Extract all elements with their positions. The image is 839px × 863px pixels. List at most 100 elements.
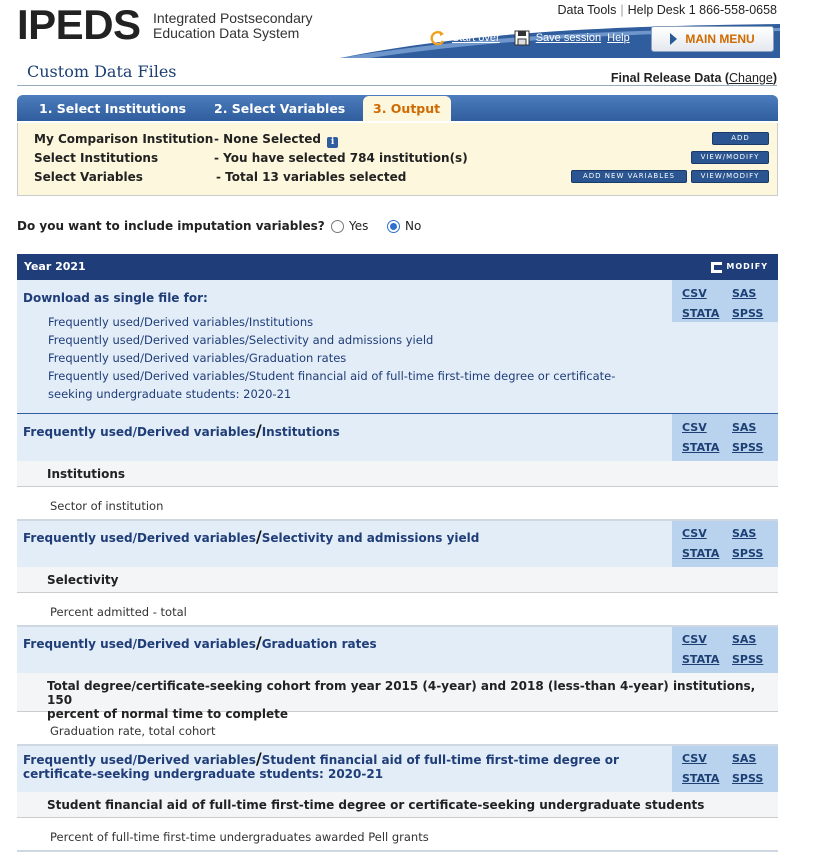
subheading-line1: Total degree/certificate-seeking cohort … bbox=[47, 679, 756, 707]
download-spss-link[interactable]: SPSS bbox=[732, 441, 763, 454]
add-new-variables-button[interactable]: ADD NEW VARIABLES bbox=[571, 170, 687, 183]
divider bbox=[17, 85, 777, 86]
section-downloads: CSV SAS STATA SPSS bbox=[672, 627, 778, 673]
section-financial-aid: Frequently used/Derived variables/Studen… bbox=[17, 746, 778, 792]
file-list-item: seeking undergraduate students: 2020-21 bbox=[48, 387, 292, 401]
modify-icon bbox=[711, 261, 723, 273]
view-modify-variables-button[interactable]: VIEW/MODIFY bbox=[691, 170, 769, 183]
download-stata-link[interactable]: STATA bbox=[682, 772, 719, 785]
file-list-item: Frequently used/Derived variables/Select… bbox=[48, 333, 434, 347]
help-desk-text: Help Desk 1 866-558-0658 bbox=[627, 3, 777, 17]
save-session-link[interactable]: Save session bbox=[536, 32, 601, 44]
download-spss-link[interactable]: SPSS bbox=[732, 653, 763, 666]
imputation-question: Do you want to include imputation variab… bbox=[17, 219, 325, 233]
section-institutions: Frequently used/Derived variables/Instit… bbox=[17, 414, 778, 461]
radio-yes[interactable] bbox=[331, 219, 344, 233]
institutions-label: Select Institutions bbox=[34, 151, 159, 165]
download-csv-link[interactable]: CSV bbox=[682, 752, 707, 765]
file-list-item: Frequently used/Derived variables/Instit… bbox=[48, 315, 314, 329]
section-downloads: CSV SAS STATA SPSS bbox=[672, 414, 778, 461]
section-subheading: Institutions bbox=[17, 461, 778, 487]
download-sas-link[interactable]: SAS bbox=[732, 633, 756, 646]
section-downloads: CSV SAS STATA SPSS bbox=[672, 746, 778, 792]
view-modify-institutions-button[interactable]: VIEW/MODIFY bbox=[691, 151, 769, 164]
download-csv-link[interactable]: CSV bbox=[682, 633, 707, 646]
add-comparison-button[interactable]: ADD bbox=[712, 132, 769, 145]
section-prefix: Frequently used/Derived variables bbox=[23, 753, 256, 767]
main-menu-label: MAIN MENU bbox=[685, 32, 755, 46]
download-stata-link[interactable]: STATA bbox=[682, 441, 719, 454]
page-title: Custom Data Files bbox=[27, 62, 177, 81]
play-icon bbox=[670, 33, 678, 45]
section-name: Selectivity and admissions yield bbox=[261, 531, 480, 545]
logo-subtitle-line1: Integrated Postsecondary bbox=[153, 10, 313, 26]
section-prefix: Frequently used/Derived variables bbox=[23, 637, 256, 651]
section-name: Institutions bbox=[261, 425, 340, 439]
file-list-item: Frequently used/Derived variables/Gradua… bbox=[48, 351, 347, 365]
release-label: Final Release Data bbox=[610, 71, 722, 85]
download-csv-link[interactable]: CSV bbox=[682, 421, 707, 434]
institutions-row: Select Institutions - You have selected 7… bbox=[34, 151, 468, 165]
divider bbox=[17, 850, 778, 852]
variable-name: Percent of full-time first-time undergra… bbox=[50, 830, 429, 844]
download-sas-link[interactable]: SAS bbox=[732, 287, 756, 300]
info-icon[interactable]: i bbox=[327, 137, 339, 148]
tab-select-institutions[interactable]: 1. Select Institutions bbox=[17, 95, 203, 121]
single-file-block: Download as single file for: Frequently … bbox=[17, 280, 778, 413]
session-nav: Start over Save session Help bbox=[430, 30, 630, 46]
year-label: Year 2021 bbox=[24, 260, 86, 273]
step-tabs: 1. Select Institutions 2. Select Variabl… bbox=[17, 95, 778, 121]
download-csv-link[interactable]: CSV bbox=[682, 287, 707, 300]
section-name: Student financial aid of full-time first… bbox=[261, 753, 619, 767]
section-title: Frequently used/Derived variables/Select… bbox=[23, 527, 479, 546]
change-link[interactable]: Change bbox=[729, 71, 773, 85]
start-over-link[interactable]: Start over bbox=[452, 32, 500, 44]
help-link[interactable]: Help bbox=[607, 32, 630, 44]
section-subheading: Selectivity bbox=[17, 567, 778, 593]
release-status: Final Release Data (Change) bbox=[610, 71, 777, 85]
variables-label: Select Variables bbox=[34, 170, 143, 184]
section-subheading: Total degree/certificate-seeking cohort … bbox=[17, 673, 778, 721]
tab-output[interactable]: 3. Output bbox=[363, 96, 451, 121]
imputation-yes-option[interactable]: Yes bbox=[331, 219, 368, 233]
download-csv-link[interactable]: CSV bbox=[682, 527, 707, 540]
section-title: Frequently used/Derived variables/Instit… bbox=[23, 421, 340, 440]
tab-select-variables[interactable]: 2. Select Variables bbox=[203, 95, 363, 121]
download-spss-link[interactable]: SPSS bbox=[732, 307, 763, 320]
section-prefix: Frequently used/Derived variables bbox=[23, 531, 256, 545]
subheading-line2: percent of normal time to complete bbox=[47, 707, 289, 721]
section-selectivity: Frequently used/Derived variables/Select… bbox=[17, 521, 778, 567]
radio-no[interactable] bbox=[387, 219, 400, 233]
variable-name: Percent admitted - total bbox=[50, 605, 187, 619]
save-icon bbox=[514, 30, 530, 46]
year-header: Year 2021 MODIFY bbox=[17, 254, 778, 280]
section-downloads: CSV SAS STATA SPSS bbox=[672, 521, 778, 567]
section-subheading: Student financial aid of full-time first… bbox=[17, 792, 778, 818]
imputation-no-option[interactable]: No bbox=[387, 219, 421, 233]
download-sas-link[interactable]: SAS bbox=[732, 527, 756, 540]
variables-value: - Total 13 variables selected bbox=[216, 170, 407, 184]
variable-name: Graduation rate, total cohort bbox=[50, 724, 216, 738]
download-stata-link[interactable]: STATA bbox=[682, 307, 719, 320]
download-stata-link[interactable]: STATA bbox=[682, 653, 719, 666]
download-sas-link[interactable]: SAS bbox=[732, 421, 756, 434]
download-spss-link[interactable]: SPSS bbox=[732, 547, 763, 560]
single-file-heading: Download as single file for: bbox=[23, 291, 208, 305]
section-name: Graduation rates bbox=[261, 637, 377, 651]
section-prefix: Frequently used/Derived variables bbox=[23, 425, 256, 439]
modify-label: MODIFY bbox=[726, 262, 768, 271]
download-stata-link[interactable]: STATA bbox=[682, 547, 719, 560]
separator: | bbox=[620, 3, 624, 17]
variable-name: Sector of institution bbox=[50, 499, 164, 513]
section-title: Frequently used/Derived variables/Gradua… bbox=[23, 633, 377, 652]
radio-no-label: No bbox=[405, 219, 422, 233]
download-sas-link[interactable]: SAS bbox=[732, 752, 756, 765]
section-graduation-rates: Frequently used/Derived variables/Gradua… bbox=[17, 627, 778, 673]
main-menu-button[interactable]: MAIN MENU bbox=[651, 26, 774, 52]
ipeds-logo[interactable]: IPEDS bbox=[17, 4, 141, 46]
download-spss-link[interactable]: SPSS bbox=[732, 772, 763, 785]
logo-subtitle: Integrated Postsecondary Education Data … bbox=[153, 11, 313, 41]
selection-summary: My Comparison Institution- None Selected… bbox=[17, 123, 778, 196]
modify-button[interactable]: MODIFY bbox=[711, 254, 768, 280]
data-tools-link[interactable]: Data Tools bbox=[558, 3, 617, 17]
